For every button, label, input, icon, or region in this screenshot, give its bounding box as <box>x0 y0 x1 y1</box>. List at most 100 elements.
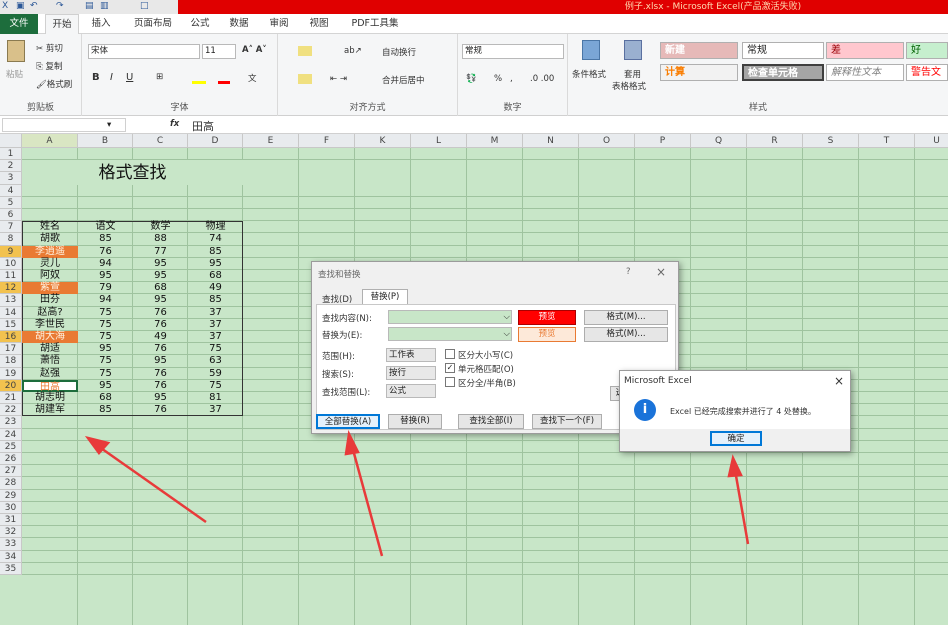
style-normal[interactable]: 常规 <box>742 42 824 59</box>
table-header[interactable]: 数学 <box>133 221 188 233</box>
orientation-icon[interactable]: ab↗ <box>344 46 362 56</box>
row-header[interactable]: 18 <box>0 355 22 368</box>
indent-icon[interactable]: ⇤ ⇥ <box>330 74 347 84</box>
redo-icon[interactable]: ↷ <box>56 1 64 11</box>
name-cell[interactable]: 李世民 <box>22 319 78 331</box>
row-header[interactable]: 9 <box>0 245 22 258</box>
row-header[interactable]: 5 <box>0 196 22 209</box>
row-header[interactable]: 4 <box>0 184 22 197</box>
style-new[interactable]: 新建 <box>660 42 738 59</box>
score-cell[interactable]: 68 <box>188 270 243 282</box>
font-size-select[interactable]: 11 <box>202 44 236 59</box>
name-cell[interactable]: 胡建军 <box>22 404 78 416</box>
match-entire-cell-checkbox[interactable]: ✓ <box>445 363 455 373</box>
font-name-select[interactable]: 宋体 <box>88 44 200 59</box>
match-case-checkbox[interactable] <box>445 349 455 359</box>
score-cell[interactable]: 75 <box>188 343 243 355</box>
score-cell[interactable]: 77 <box>133 246 188 258</box>
cut-button[interactable]: ✂ 剪切 <box>36 42 63 54</box>
column-header[interactable]: L <box>411 134 467 148</box>
score-cell[interactable]: 85 <box>78 233 133 245</box>
score-cell[interactable]: 79 <box>78 282 133 294</box>
align-center-icon[interactable] <box>298 74 312 84</box>
row-header[interactable]: 25 <box>0 440 22 453</box>
score-cell[interactable]: 68 <box>78 392 133 404</box>
score-cell[interactable]: 95 <box>133 258 188 270</box>
name-cell[interactable]: 田芬 <box>22 294 78 306</box>
column-header[interactable]: C <box>133 134 188 148</box>
row-header[interactable]: 32 <box>0 526 22 539</box>
percent-button[interactable]: % <box>494 74 502 84</box>
dropdown-arrow-icon[interactable]: ▾ <box>107 119 111 132</box>
format-painter-button[interactable]: 🖌格式刷 <box>36 78 72 90</box>
row-header[interactable]: 27 <box>0 465 22 478</box>
name-cell[interactable]: 萧悟 <box>22 355 78 367</box>
score-cell[interactable]: 76 <box>133 343 188 355</box>
number-format-select[interactable]: 常规 <box>462 44 564 59</box>
column-header[interactable]: K <box>355 134 411 148</box>
name-box[interactable]: ▾ <box>2 118 126 132</box>
name-cell[interactable]: 胡歌 <box>22 233 78 245</box>
row-header[interactable]: 20 <box>0 379 22 392</box>
score-cell[interactable]: 88 <box>133 233 188 245</box>
row-header[interactable]: 19 <box>0 367 22 380</box>
border-icon[interactable]: ⊞ <box>156 72 163 82</box>
score-cell[interactable]: 81 <box>188 392 243 404</box>
column-header[interactable]: P <box>635 134 691 148</box>
new-doc-icon[interactable]: □ <box>140 1 149 11</box>
row-header[interactable]: 30 <box>0 501 22 514</box>
row-header[interactable]: 2 <box>0 160 22 173</box>
score-cell[interactable]: 37 <box>188 319 243 331</box>
row-header[interactable]: 15 <box>0 318 22 331</box>
score-cell[interactable]: 37 <box>188 307 243 319</box>
score-cell[interactable]: 49 <box>188 282 243 294</box>
replace-all-button[interactable]: 全部替换(A) <box>316 414 380 429</box>
formula-input[interactable]: 田高 <box>192 118 214 134</box>
row-header[interactable]: 1 <box>0 148 22 161</box>
name-cell[interactable]: 灵儿 <box>22 258 78 270</box>
row-header[interactable]: 21 <box>0 392 22 405</box>
tab-insert[interactable]: 插入 <box>84 14 118 34</box>
find-what-input[interactable]: ⌵ <box>388 310 512 324</box>
row-header[interactable]: 11 <box>0 270 22 283</box>
tab-formulas[interactable]: 公式 <box>183 14 217 34</box>
conditional-format-icon[interactable] <box>582 40 600 60</box>
column-header[interactable]: A <box>22 134 78 148</box>
tab-home[interactable]: 开始 <box>45 14 79 35</box>
name-cell[interactable]: 胡志明 <box>22 392 78 404</box>
format-table-label1[interactable]: 套用 <box>624 68 641 80</box>
score-cell[interactable]: 76 <box>133 404 188 416</box>
match-width-checkbox[interactable] <box>445 377 455 387</box>
row-header[interactable]: 33 <box>0 538 22 551</box>
score-cell[interactable]: 76 <box>133 319 188 331</box>
row-header[interactable]: 3 <box>0 172 22 185</box>
tab-pdf-tools[interactable]: PDF工具集 <box>345 14 405 34</box>
scope-select[interactable]: 工作表 <box>386 348 436 362</box>
tab-view[interactable]: 视图 <box>302 14 336 34</box>
score-cell[interactable]: 85 <box>188 294 243 306</box>
phonetic-icon[interactable]: 文 <box>248 72 257 84</box>
row-header[interactable]: 35 <box>0 562 22 575</box>
decimal-icon[interactable]: .0 .00 <box>530 74 554 84</box>
row-header[interactable]: 13 <box>0 294 22 307</box>
paste-icon[interactable] <box>7 40 25 62</box>
merge-center-button[interactable]: 合并后居中 <box>382 74 425 86</box>
score-cell[interactable]: 74 <box>188 233 243 245</box>
fill-color-icon[interactable] <box>192 74 206 84</box>
paste-button[interactable]: 粘贴 <box>6 68 23 80</box>
name-cell[interactable]: 胡适 <box>22 343 78 355</box>
tab-replace[interactable]: 替换(P) <box>362 289 408 305</box>
tab-page-layout[interactable]: 页面布局 <box>125 14 181 34</box>
column-header[interactable]: U <box>915 134 948 148</box>
style-bad[interactable]: 差 <box>826 42 904 59</box>
replace-with-input[interactable]: ⌵ <box>388 327 512 341</box>
style-warning[interactable]: 警告文 <box>906 64 948 81</box>
score-cell[interactable]: 95 <box>133 392 188 404</box>
find-format-button[interactable]: 格式(M)... <box>584 310 668 325</box>
score-cell[interactable]: 94 <box>78 294 133 306</box>
name-cell[interactable]: 阿奴 <box>22 270 78 282</box>
score-cell[interactable]: 37 <box>188 331 243 343</box>
currency-icon[interactable]: 💱 <box>466 74 477 84</box>
chevron-down-icon[interactable]: ⌵ <box>504 328 510 341</box>
comma-button[interactable]: , <box>510 74 513 84</box>
